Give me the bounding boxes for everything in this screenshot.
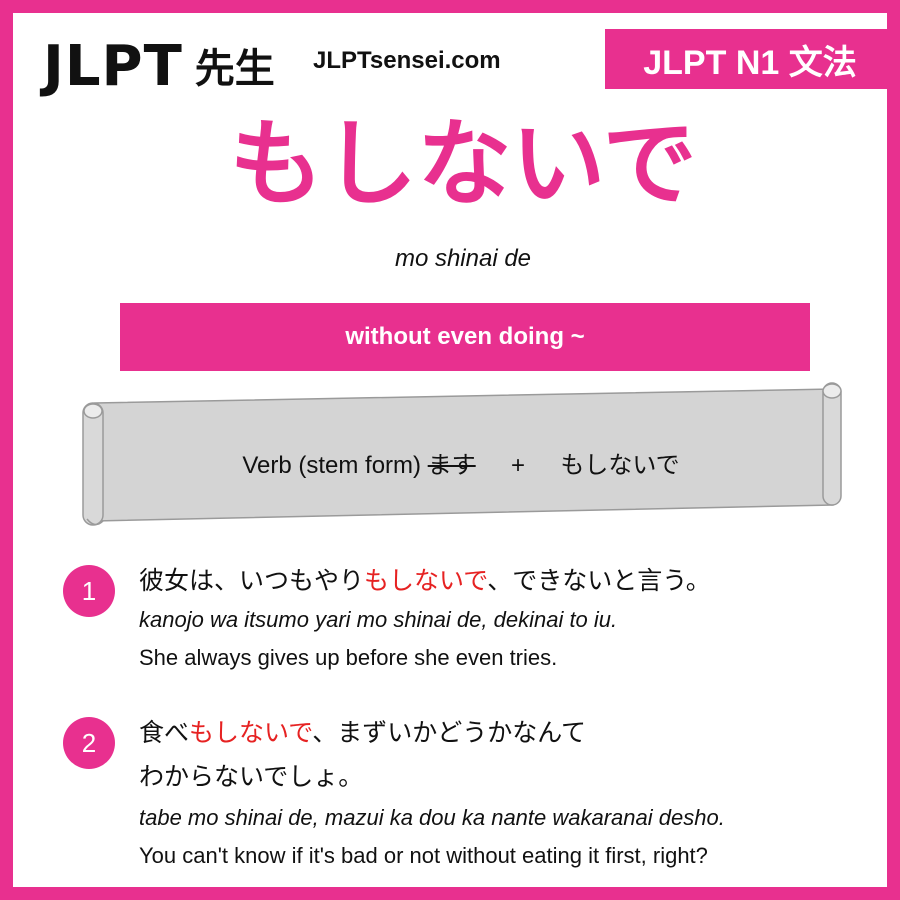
- example-2-jp-before: 食べ: [139, 718, 190, 747]
- logo-sensei-text: 先生: [194, 46, 275, 92]
- page-frame: JLPT 先生 JLPTsensei.com JLPT N1 文法 もしないで …: [0, 0, 900, 900]
- grammar-title: もしないで: [229, 110, 697, 219]
- formula-pattern: もしないで: [560, 452, 680, 479]
- example-2-jp-highlight: もしないで: [189, 718, 313, 747]
- example-1-jp-highlight: もしないで: [364, 566, 488, 595]
- example-1-jp-after: 、できないと言う。: [487, 566, 711, 595]
- example-1-jp-before: 彼女は、いつもやり: [139, 566, 365, 595]
- example-2-english: You can't know if it's bad or not withou…: [139, 843, 708, 868]
- site-url: JLPTsensei.com: [313, 47, 501, 74]
- example-number-badge: 1: [63, 565, 115, 617]
- example-1-romaji: kanojo wa itsumo yari mo shinai de, deki…: [139, 607, 618, 632]
- logo-text: JLPT: [43, 34, 183, 99]
- example-number-badge: 2: [63, 717, 115, 769]
- example-2-japanese-line1: 食べもしないで、まずいかどうかなんて: [139, 713, 586, 749]
- example-2-romaji: tabe mo shinai de, mazui ka dou ka nante…: [139, 805, 725, 830]
- example-2-jp-after: 、まずいかどうかなんて: [312, 718, 587, 747]
- formula-plus: +: [511, 452, 526, 479]
- formula-verb: Verb (stem form): [242, 452, 422, 479]
- jlpt-sensei-logo[interactable]: JLPT 先生: [43, 31, 275, 95]
- conjugation-formula: Verb (stem form) ます + もしないで: [101, 445, 821, 480]
- formula-masu-strikethrough: ます: [427, 452, 476, 479]
- grammar-romaji: mo shinai de: [394, 245, 532, 272]
- example-2-japanese-line2: わからないでしょ。: [139, 762, 364, 791]
- example-1-japanese: 彼女は、いつもやりもしないで、できないと言う。: [139, 561, 711, 597]
- meaning-text: without even doing ~: [345, 323, 585, 350]
- level-badge: JLPT N1 文法: [605, 29, 895, 89]
- example-1-english: She always gives up before she even trie…: [139, 645, 558, 670]
- meaning-banner: without even doing ~: [120, 303, 810, 371]
